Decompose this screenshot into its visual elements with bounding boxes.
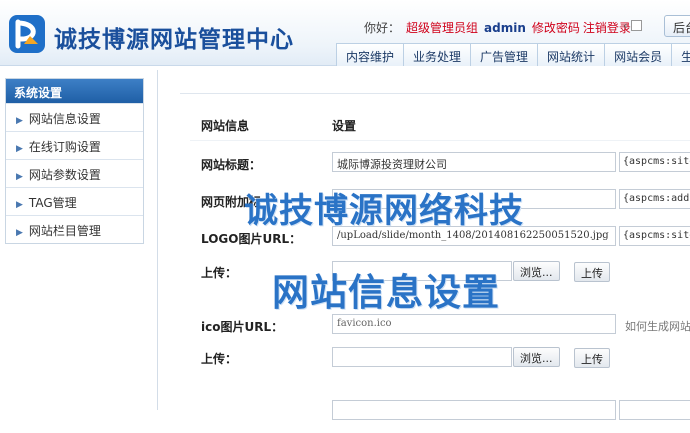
tab-business[interactable]: 业务处理: [403, 43, 471, 66]
column-header-setting: 设置: [332, 119, 357, 133]
tab-members[interactable]: 网站会员: [604, 43, 672, 66]
file-path-input-2[interactable]: [332, 347, 512, 367]
site-title-label: 网站标题：: [201, 158, 262, 172]
square-icon[interactable]: [630, 20, 642, 31]
arrow-right-icon: ▶: [16, 200, 23, 210]
sidebar-item-label: TAG管理: [28, 196, 77, 210]
tab-generate[interactable]: 生成: [671, 43, 690, 66]
chevron-left-icon[interactable]: ‹: [623, 19, 627, 32]
toggle-arrows[interactable]: ‹: [623, 19, 649, 34]
ico-url-input[interactable]: favicon.ico: [332, 314, 616, 334]
main-nav: 内容维护 业务处理 广告管理 网站统计 网站会员 生成: [336, 43, 690, 66]
next-row-tag: [619, 400, 690, 420]
browse-button[interactable]: 浏览...: [513, 261, 560, 281]
upload-button[interactable]: 上传: [574, 262, 610, 282]
ico-help-link[interactable]: 如何生成网站: [625, 318, 690, 334]
arrow-right-icon: ▶: [16, 116, 23, 126]
row-separator: [190, 140, 690, 141]
watermark-page-title: 网站信息设置: [272, 271, 500, 314]
sidebar-item-label: 网站参数设置: [28, 168, 101, 182]
site-title-input[interactable]: 城际博源投资理财公司: [332, 152, 616, 172]
sidebar-item-label: 网站栏目管理: [28, 224, 101, 238]
upload-label: 上传：: [201, 266, 238, 280]
sidebar-item-columns[interactable]: ▶ 网站栏目管理: [6, 215, 143, 243]
brand-title: 诚技博源网站管理中心: [54, 27, 294, 53]
greeting: 你好：: [364, 21, 401, 35]
logo-url-tag: {aspcms:sitelogo}: [619, 226, 690, 246]
sidebar-item-tag[interactable]: ▶ TAG管理: [6, 187, 143, 215]
additional-title-tag: {aspcms:additiontitle}: [619, 189, 690, 209]
tab-content[interactable]: 内容维护: [336, 43, 404, 66]
sidebar: 系统设置 ▶ 网站信息设置 ▶ 在线订购设置 ▶ 网站参数设置 ▶ TAG管理 ▶ 网站栏…: [5, 78, 144, 244]
sidebar-item-label: 网站信息设置: [28, 112, 101, 126]
home-button[interactable]: 后台: [664, 15, 690, 37]
upload-button-2[interactable]: 上传: [574, 348, 610, 368]
sidebar-item-site-info[interactable]: ▶ 网站信息设置: [6, 103, 143, 131]
sidebar-item-site-params[interactable]: ▶ 网站参数设置: [6, 159, 143, 187]
panel-divider: [157, 70, 158, 410]
user-group: 超级管理员组: [406, 21, 479, 35]
top-header: 诚技博源网站管理中心 你好：超级管理员组admin修改密码注销登录 ‹ 后台 内…: [0, 0, 690, 66]
watermark-company: 诚技博源网络科技: [244, 191, 524, 231]
arrow-right-icon: ▶: [16, 228, 23, 238]
browse-button-2[interactable]: 浏览...: [513, 347, 560, 367]
arrow-right-icon: ▶: [16, 172, 23, 182]
site-title-tag: {aspcms:sitetitle}: [619, 152, 690, 172]
ico-url-label: ico图片URL：: [201, 320, 284, 334]
sidebar-item-label: 在线订购设置: [28, 140, 101, 154]
next-row-input[interactable]: [332, 400, 616, 420]
sidebar-title: 系统设置: [6, 79, 143, 103]
user-bar: 你好： 超级管理员组 admin 修改密码 注销登录: [364, 19, 631, 36]
column-header-info: 网站信息: [201, 119, 250, 133]
username: admin: [484, 21, 526, 35]
tab-ads[interactable]: 广告管理: [470, 43, 538, 66]
upload-label-2: 上传：: [201, 352, 238, 366]
tab-stats[interactable]: 网站统计: [537, 43, 605, 66]
sidebar-item-online-order[interactable]: ▶ 在线订购设置: [6, 131, 143, 159]
logo-url-label: LOGO图片URL：: [201, 232, 302, 246]
change-password-link[interactable]: 修改密码: [532, 21, 580, 35]
arrow-right-icon: ▶: [16, 144, 23, 154]
logo-icon: [9, 15, 45, 53]
site-info-form: 网站信息 设置 网站标题： 城际博源投资理财公司 {aspcms:sitetit…: [180, 93, 690, 420]
